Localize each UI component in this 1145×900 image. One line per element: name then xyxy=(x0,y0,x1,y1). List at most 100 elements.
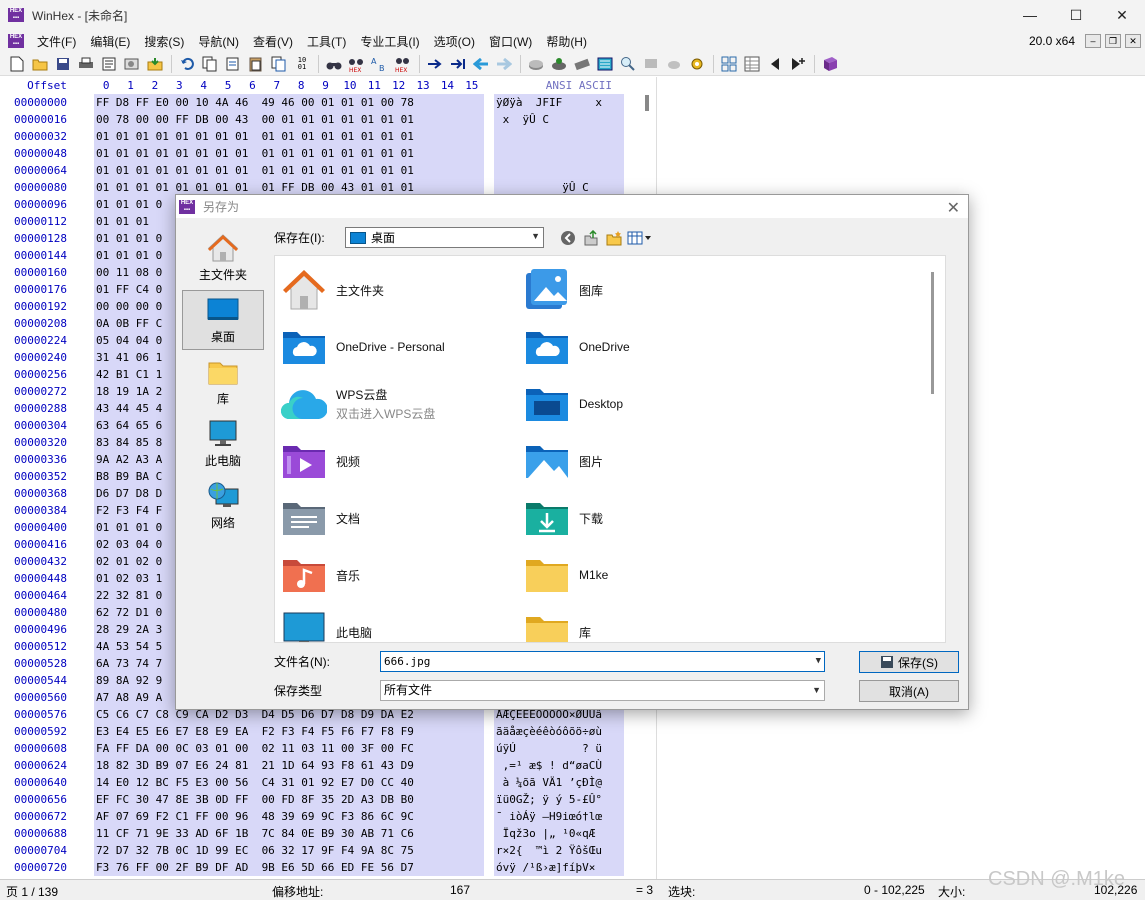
mdi-minimize-button[interactable]: – xyxy=(1085,34,1101,48)
row-bytes[interactable]: FA FF DA 00 0C 03 01 00 02 11 03 11 00 3… xyxy=(94,740,484,757)
mdi-close-button[interactable]: ✕ xyxy=(1125,34,1141,48)
menu-edit[interactable]: 编辑(E) xyxy=(83,33,137,50)
document-logo-icon[interactable]: HEX ▪▪▪ xyxy=(8,34,24,48)
hex-row[interactable]: 00000064 01 01 01 01 01 01 01 01 01 01 01… xyxy=(0,162,656,179)
cancel-button[interactable]: 取消(A) xyxy=(859,680,959,702)
menu-window[interactable]: 窗口(W) xyxy=(482,33,539,50)
row-ansi[interactable]: ‚=¹ æ$ ! d“øaCÙ xyxy=(494,757,624,774)
row-bytes[interactable]: EF FC 30 47 8E 3B 0D FF 00 FD 8F 35 2D A… xyxy=(94,791,484,808)
save-in-combo[interactable]: 桌面 ▼ xyxy=(345,227,544,248)
table-icon[interactable] xyxy=(743,55,761,73)
find-icon[interactable] xyxy=(325,55,343,73)
row-bytes[interactable]: 14 E0 12 BC F5 E3 00 56 C4 31 01 92 E7 D… xyxy=(94,774,484,791)
row-ansi[interactable]: r×2{ ™ì 2 ŸôšŒu xyxy=(494,842,624,859)
drive-image-icon[interactable] xyxy=(573,55,591,73)
hex-row[interactable]: 00000592 E3 E4 E5 E6 E7 E8 E9 EA F2 F3 F4… xyxy=(0,723,656,740)
place-this-pc[interactable]: 此电脑 xyxy=(182,414,264,474)
minimize-button[interactable]: — xyxy=(1007,0,1053,30)
scrollbar-thumb[interactable] xyxy=(931,272,934,394)
gallery-icon[interactable] xyxy=(720,55,738,73)
cut-icon[interactable] xyxy=(224,55,242,73)
hex-row[interactable]: 00000720 F3 76 FF 00 2F B9 DF AD 9B E6 5D… xyxy=(0,859,656,876)
ram-icon[interactable] xyxy=(550,55,568,73)
next-mark-icon[interactable] xyxy=(789,55,807,73)
file-item-pictures[interactable]: 图片 xyxy=(524,436,754,486)
file-item-onedrive[interactable]: OneDrive xyxy=(524,322,754,372)
file-item-library[interactable]: 库 xyxy=(524,607,754,642)
copy-hex-icon[interactable]: 10 01 xyxy=(293,55,311,73)
hex-row[interactable]: 00000016 00 78 00 00 FF DB 00 43 00 01 01… xyxy=(0,111,656,128)
settings-icon[interactable] xyxy=(688,55,706,73)
row-bytes[interactable]: 01 01 01 01 01 01 01 01 01 01 01 01 01 0… xyxy=(94,145,484,162)
row-bytes[interactable]: E3 E4 E5 E6 E7 E8 E9 EA F2 F3 F4 F5 F6 F… xyxy=(94,723,484,740)
open-folder-icon[interactable] xyxy=(31,55,49,73)
back-button[interactable] xyxy=(558,230,578,246)
row-ansi[interactable]: óvÿ /¹ß­›æ]fíþV× xyxy=(494,859,624,876)
row-ansi[interactable] xyxy=(494,128,624,145)
chevron-down-icon[interactable]: ▼ xyxy=(816,652,821,671)
file-item-videos[interactable]: 视频 xyxy=(281,436,511,486)
place-network[interactable]: 网络 xyxy=(182,476,264,536)
maximize-button[interactable]: ☐ xyxy=(1053,0,1099,30)
menu-help[interactable]: 帮助(H) xyxy=(539,33,594,50)
open-disk-icon[interactable] xyxy=(123,55,141,73)
view-menu-button[interactable] xyxy=(627,230,653,246)
row-ansi[interactable]: Ïqž3­o |„ ¹0«qÆ xyxy=(494,825,624,842)
paste-special-icon[interactable] xyxy=(270,55,288,73)
menu-tools[interactable]: 工具(T) xyxy=(300,33,353,50)
file-list[interactable]: 主文件夹 图库 OneDrive - Personal OneDrive WPS… xyxy=(274,255,946,643)
row-bytes[interactable]: 01 01 01 01 01 01 01 01 01 01 01 01 01 0… xyxy=(94,162,484,179)
undo-icon[interactable] xyxy=(178,55,196,73)
place-home[interactable]: 主文件夹 xyxy=(182,228,264,288)
file-item-this-pc[interactable]: 此电脑 xyxy=(281,607,511,642)
hex-row[interactable]: 00000032 01 01 01 01 01 01 01 01 01 01 01… xyxy=(0,128,656,145)
row-ansi[interactable]: x ÿÛ C xyxy=(494,111,624,128)
file-item-documents[interactable]: 文档 xyxy=(281,493,511,543)
row-bytes[interactable]: 01 01 01 01 01 01 01 01 01 01 01 01 01 0… xyxy=(94,128,484,145)
find-hex-icon[interactable]: HEX xyxy=(348,55,366,73)
properties-icon[interactable] xyxy=(100,55,118,73)
file-item-home[interactable]: 主文件夹 xyxy=(281,265,511,315)
hex-row[interactable]: 00000656 EF FC 30 47 8E 3B 0D FF 00 FD 8F… xyxy=(0,791,656,808)
calculator-icon[interactable] xyxy=(596,55,614,73)
hex-row[interactable]: 00000048 01 01 01 01 01 01 01 01 01 01 01… xyxy=(0,145,656,162)
place-library[interactable]: 库 xyxy=(182,352,264,412)
row-ansi[interactable]: ¯ iòÁÿ –H9iœó†lœ xyxy=(494,808,624,825)
forward-icon[interactable] xyxy=(495,55,513,73)
hex-row[interactable]: 00000608 FA FF DA 00 0C 03 01 00 02 11 03… xyxy=(0,740,656,757)
filename-input[interactable]: 666.jpg ▼ xyxy=(380,651,825,672)
file-list-scrollbar[interactable] xyxy=(921,256,945,642)
row-bytes[interactable]: AF 07 69 F2 C1 FF 00 96 48 39 69 9C F3 8… xyxy=(94,808,484,825)
book-icon[interactable] xyxy=(821,55,839,73)
hex-row[interactable]: 00000672 AF 07 69 F2 C1 FF 00 96 48 39 69… xyxy=(0,808,656,825)
file-item-desktop[interactable]: Desktop xyxy=(524,379,754,429)
file-item-music[interactable]: 音乐 xyxy=(281,550,511,600)
disk-icon[interactable] xyxy=(527,55,545,73)
back-icon[interactable] xyxy=(472,55,490,73)
up-folder-button[interactable] xyxy=(581,230,601,246)
new-folder-button[interactable] xyxy=(604,230,624,246)
zoom-icon[interactable] xyxy=(619,55,637,73)
dialog-close-button[interactable]: ✕ xyxy=(947,198,960,218)
hex-row[interactable]: 00000640 14 E0 12 BC F5 E3 00 56 C4 31 01… xyxy=(0,774,656,791)
hex-row[interactable]: 00000624 18 82 3D B9 07 E6 24 81 21 1D 64… xyxy=(0,757,656,774)
new-file-icon[interactable] xyxy=(8,55,26,73)
replace-hex-icon[interactable]: HEX xyxy=(394,55,412,73)
row-ansi[interactable]: ãäåæçèéêòóôõö÷øù xyxy=(494,723,624,740)
file-item-wps-cloud[interactable]: WPS云盘 双击进入WPS云盘 xyxy=(281,379,511,429)
row-ansi[interactable]: ÿØÿà JFIF x xyxy=(494,94,624,111)
paste-icon[interactable] xyxy=(247,55,265,73)
menu-options[interactable]: 选项(O) xyxy=(427,33,482,50)
row-bytes[interactable]: 11 CF 71 9E 33 AD 6F 1B 7C 84 0E B9 30 A… xyxy=(94,825,484,842)
prev-icon[interactable] xyxy=(766,55,784,73)
row-bytes[interactable]: FF D8 FF E0 00 10 4A 46 49 46 00 01 01 0… xyxy=(94,94,484,111)
hex-row[interactable]: 00000704 72 D7 32 7B 0C 1D 99 EC 06 32 17… xyxy=(0,842,656,859)
row-ansi[interactable]: à ¼õã VÄ1 ’çÐÌ@ xyxy=(494,774,624,791)
hex-row[interactable]: 00000688 11 CF 71 9E 33 AD 6F 1B 7C 84 0E… xyxy=(0,825,656,842)
hex-row[interactable]: 00000000 FF D8 FF E0 00 10 4A 46 49 46 00… xyxy=(0,94,656,111)
close-button[interactable]: ✕ xyxy=(1099,0,1145,30)
menu-file[interactable]: 文件(F) xyxy=(30,33,83,50)
save-button[interactable]: 保存(S) xyxy=(859,651,959,673)
goto-icon[interactable] xyxy=(426,55,444,73)
replace-icon[interactable]: AB xyxy=(371,55,389,73)
